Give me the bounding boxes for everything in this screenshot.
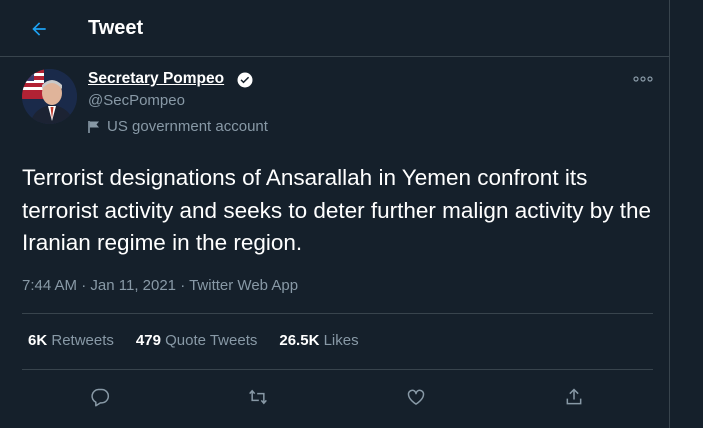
tweet-header: Tweet [0, 0, 670, 57]
more-options-button[interactable] [630, 70, 656, 88]
tweet-text: Terrorist designations of Ansarallah in … [22, 165, 652, 255]
avatar[interactable] [22, 69, 77, 124]
right-gutter [671, 0, 703, 428]
meta-separator: · [77, 277, 91, 294]
share-icon [566, 388, 582, 405]
author-name[interactable]: Secretary Pompeo [88, 70, 224, 88]
tweet-meta: 7:44 AM · Jan 11, 2021 · Twitter Web App [22, 277, 298, 294]
retweets-stat[interactable]: 6K Retweets [28, 332, 114, 349]
retweet-button[interactable] [245, 384, 271, 410]
avatar-image [22, 69, 77, 124]
quote-tweets-label: Quote Tweets [165, 332, 258, 349]
quote-tweets-count: 479 [135, 332, 161, 349]
likes-stat[interactable]: 26.5K Likes [279, 332, 358, 349]
likes-label: Likes [323, 332, 359, 349]
more-icon [633, 76, 653, 82]
verified-badge-icon [237, 72, 253, 88]
tweet-time[interactable]: 7:44 AM [22, 277, 77, 294]
tweet-source[interactable]: Twitter Web App [189, 277, 298, 294]
likes-count: 26.5K [279, 332, 320, 349]
retweets-count: 6K [28, 332, 48, 349]
tweet-actions [0, 384, 670, 414]
reply-button[interactable] [87, 384, 113, 410]
quote-tweets-stat[interactable]: 479 Quote Tweets [136, 332, 257, 349]
tweet-detail-column: Tweet Secretary Pompeo @SecPompeo US gov… [0, 0, 670, 428]
like-icon [407, 389, 425, 405]
divider [22, 369, 653, 370]
share-button[interactable] [561, 384, 587, 410]
back-button[interactable] [24, 14, 54, 44]
meta-separator: · [176, 277, 190, 294]
arrow-left-icon [32, 22, 46, 36]
page-title: Tweet [88, 17, 144, 39]
flag-icon [88, 120, 99, 133]
reply-icon [91, 388, 110, 407]
retweets-label: Retweets [51, 332, 114, 349]
tweet-stats: 6K Retweets 479 Quote Tweets 26.5K Likes [28, 332, 359, 349]
divider [22, 313, 653, 314]
account-label: US government account [88, 118, 268, 135]
retweet-icon [249, 389, 267, 405]
like-button[interactable] [403, 384, 429, 410]
author-handle[interactable]: @SecPompeo [88, 92, 185, 109]
tweet-date[interactable]: Jan 11, 2021 [90, 277, 176, 294]
account-label-text: US government account [107, 118, 268, 135]
